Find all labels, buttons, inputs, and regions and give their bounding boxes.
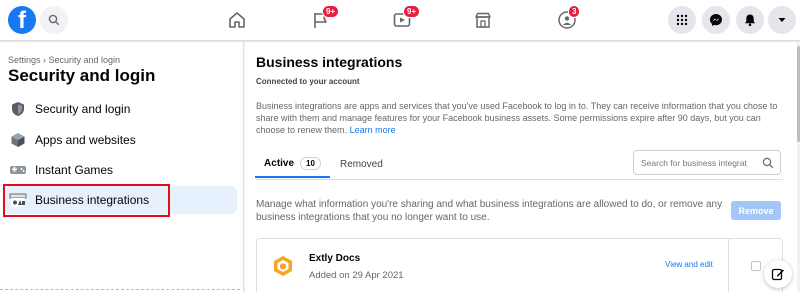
messenger-icon — [710, 14, 722, 26]
sidebar-item-label: Apps and websites — [35, 133, 136, 147]
search-icon — [762, 157, 774, 169]
compose-icon — [771, 268, 784, 281]
account-menu-button[interactable] — [768, 6, 796, 34]
store-icon — [475, 12, 491, 28]
cube-icon — [8, 130, 28, 150]
pages-badge: 9+ — [322, 5, 340, 18]
selection-highlight-box — [3, 184, 170, 217]
page-description: Business integrations are apps and servi… — [256, 100, 786, 136]
sidebar-item-instant-games[interactable]: Instant Games — [4, 156, 237, 184]
view-and-edit-link[interactable]: View and edit — [665, 260, 713, 269]
new-message-button[interactable] — [764, 260, 792, 288]
integration-date: Added on 29 Apr 2021 — [309, 270, 404, 281]
sidebar-item-security-and-login[interactable]: Security and login — [4, 95, 237, 123]
nav-watch[interactable]: 9+ — [390, 5, 421, 32]
sidebar-title: Security and login — [8, 66, 156, 85]
search-button[interactable] — [40, 6, 68, 34]
business-integrations-panel: Business integrations Connected to your … — [245, 42, 797, 292]
caret-down-icon — [778, 18, 786, 22]
settings-sidebar: Settings › Security and login Security a… — [0, 42, 244, 292]
tab-count-badge: 10 — [300, 156, 321, 170]
page-title: Business integrations — [256, 54, 403, 70]
home-icon — [229, 12, 245, 28]
bell-icon — [745, 14, 755, 27]
groups-badge: 3 — [568, 5, 581, 18]
row-checkbox[interactable] — [751, 261, 761, 271]
menu-button[interactable] — [668, 6, 696, 34]
extly-docs-logo-icon — [274, 256, 292, 276]
description-text: Business integrations are apps and servi… — [256, 101, 778, 135]
gamepad-icon — [8, 160, 28, 180]
tab-label: Active — [264, 157, 295, 169]
integration-name: Extly Docs — [309, 253, 361, 264]
tab-label: Removed — [340, 158, 383, 170]
notifications-button[interactable] — [736, 6, 764, 34]
facebook-logo[interactable]: f — [8, 6, 36, 34]
tab-removed[interactable]: Removed — [340, 150, 383, 178]
nav-home[interactable] — [225, 8, 249, 32]
manage-description: Manage what information you're sharing a… — [256, 199, 723, 223]
remove-button[interactable]: Remove — [731, 201, 781, 220]
tabs-divider — [256, 179, 783, 180]
messenger-button[interactable] — [702, 6, 730, 34]
tab-active[interactable]: Active 10 — [255, 150, 330, 178]
nav-groups[interactable]: 3 — [555, 5, 581, 32]
sidebar-item-label: Security and login — [35, 102, 131, 116]
integration-row[interactable]: Extly Docs Added on 29 Apr 2021 View and… — [256, 238, 783, 292]
sidebar-item-apps-and-websites[interactable]: Apps and websites — [4, 126, 237, 154]
breadcrumb[interactable]: Settings › Security and login — [8, 55, 120, 65]
shield-icon — [8, 99, 28, 119]
nav-pages[interactable]: 9+ — [309, 5, 340, 32]
sidebar-item-label: Instant Games — [35, 163, 114, 177]
top-navigation-bar: f 9+ 9+ 3 — [0, 0, 800, 41]
page-subtitle: Connected to your account — [256, 77, 360, 86]
watch-badge: 9+ — [403, 5, 421, 18]
grid-menu-icon — [676, 14, 688, 26]
learn-more-link[interactable]: Learn more — [350, 125, 396, 135]
search-icon — [48, 14, 60, 26]
nav-marketplace[interactable] — [471, 8, 495, 32]
integration-search-field[interactable] — [633, 150, 781, 175]
search-input[interactable] — [641, 157, 759, 168]
row-divider — [728, 239, 729, 292]
